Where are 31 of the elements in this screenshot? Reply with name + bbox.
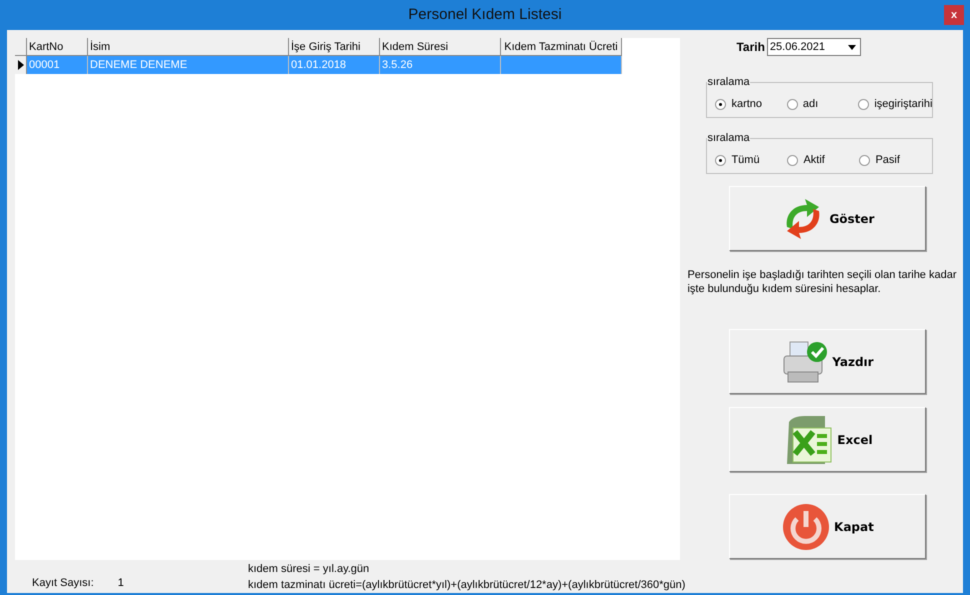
date-label: Tarih: [736, 39, 765, 56]
record-count-label: Kayıt Sayısı:: [32, 576, 94, 590]
column-header[interactable]: İsim: [88, 38, 289, 55]
radio-option[interactable]: Tümü: [715, 152, 778, 168]
action-button[interactable]: Kapat: [729, 494, 926, 559]
row-pointer-icon: [18, 60, 24, 70]
formula-text: kıdem süresi = yıl.ay.gün: [248, 562, 370, 577]
radio-option[interactable]: kartno: [715, 96, 777, 112]
radio-option[interactable]: işegiriştarihi: [858, 96, 932, 112]
table-cell: 01.01.2018: [289, 56, 380, 74]
column-header[interactable]: Kıdem Tazminatı Ücreti: [501, 38, 622, 55]
radio-option[interactable]: Pasif: [859, 152, 900, 168]
column-header[interactable]: KartNo: [27, 38, 88, 55]
column-header[interactable]: İşe Giriş Tarihi: [289, 38, 380, 55]
radio-option[interactable]: adı: [786, 96, 848, 112]
record-count-value: 1: [118, 576, 124, 590]
column-header[interactable]: Kıdem Süresi: [380, 38, 501, 55]
description-text: Personelin işe başladığı tarihten seçili olan tarihe kadar işte bulunduğu kıdem süresini hesaplar.: [687, 268, 958, 296]
action-button[interactable]: Yazdır: [729, 329, 926, 394]
power-icon: [782, 502, 830, 550]
close-button[interactable]: x: [944, 5, 964, 25]
radio-option[interactable]: Aktif: [787, 152, 850, 168]
date-picker[interactable]: 25.06.2021: [766, 38, 861, 56]
action-button[interactable]: Göster: [729, 186, 926, 251]
action-button[interactable]: Excel: [729, 407, 926, 472]
formula-text: kıdem tazminatı ücreti=(aylıkbrütücret*yıl)+(aylıkbrütücret/12*ay)+(aylıkbrütücret/360*gün): [248, 578, 686, 593]
table-cell: DENEME DENEME: [88, 56, 289, 74]
printer-check-icon: [782, 340, 828, 384]
table-cell: 00001: [27, 56, 88, 74]
window-title: Personel Kıdem Listesi: [408, 4, 562, 25]
table-cell: 3.5.26: [380, 56, 501, 74]
